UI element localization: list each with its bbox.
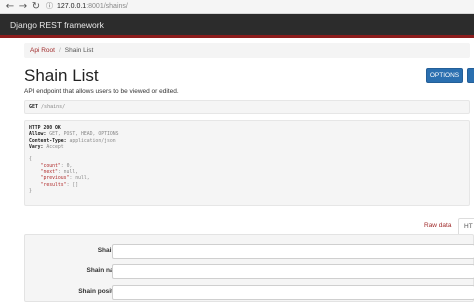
forward-arrow-icon[interactable]: → bbox=[17, 1, 29, 13]
json-key: "previous" bbox=[40, 176, 70, 182]
get-button[interactable] bbox=[467, 68, 474, 83]
header-name: Allow: bbox=[29, 132, 47, 138]
request-path: /shains/ bbox=[41, 104, 66, 110]
tab-raw-data[interactable]: Raw data bbox=[424, 220, 451, 232]
json-key: "next" bbox=[40, 170, 58, 176]
info-icon: ⓘ bbox=[46, 3, 53, 10]
request-info: GET /shains/ bbox=[24, 100, 470, 114]
json-value: 0, bbox=[66, 163, 73, 169]
shain-id-input[interactable] bbox=[112, 244, 474, 259]
json-value: [] bbox=[72, 182, 79, 188]
url-path: :8001/shains/ bbox=[86, 3, 128, 10]
shain-name-input[interactable] bbox=[112, 264, 474, 279]
header-name: Vary: bbox=[29, 144, 44, 150]
header-value: GET, POST, HEAD, OPTIONS bbox=[49, 132, 119, 138]
back-arrow-icon[interactable]: ← bbox=[4, 1, 16, 13]
request-method: GET bbox=[29, 104, 39, 110]
breadcrumb: Api Root / Shain List bbox=[24, 43, 470, 58]
breadcrumb-api-root[interactable]: Api Root bbox=[30, 47, 55, 54]
json-close-brace: } bbox=[29, 188, 32, 194]
form-row-shain-id: Shain id bbox=[25, 244, 474, 260]
page-description: API endpoint that allows users to be vie… bbox=[24, 88, 179, 95]
tab-html-form[interactable]: HT bbox=[458, 218, 474, 234]
address-bar[interactable]: ⓘ 127.0.0.1:8001/shains/ bbox=[46, 1, 470, 13]
brand-link[interactable]: Django REST framework bbox=[10, 20, 104, 30]
browser-toolbar: ← → ↻ ⓘ 127.0.0.1:8001/shains/ bbox=[0, 0, 474, 14]
url-host: 127.0.0.1 bbox=[57, 3, 87, 10]
json-key: "count" bbox=[40, 163, 61, 169]
header-value: application/json bbox=[69, 138, 116, 144]
options-button[interactable]: OPTIONS bbox=[426, 68, 463, 83]
form-row-shain-name: Shain name bbox=[25, 264, 474, 280]
content-tabs: Raw data HT bbox=[420, 218, 474, 234]
breadcrumb-current: Shain List bbox=[64, 47, 94, 54]
reload-icon[interactable]: ↻ bbox=[30, 1, 42, 13]
json-value: null, bbox=[63, 170, 79, 176]
navbar: Django REST framework bbox=[0, 14, 474, 38]
response-info: HTTP 200 OK Allow: GET, POST, HEAD, OPTI… bbox=[24, 120, 470, 206]
json-value: null, bbox=[75, 176, 90, 182]
header-value: Accept bbox=[46, 144, 64, 150]
page-title: Shain List bbox=[24, 66, 99, 85]
response-status: HTTP 200 OK bbox=[29, 126, 61, 131]
shain-position-input[interactable] bbox=[112, 285, 474, 300]
header-name: Content-Type: bbox=[29, 138, 67, 144]
json-key: "results" bbox=[40, 182, 67, 188]
breadcrumb-separator: / bbox=[58, 47, 61, 54]
post-form: Shain id Shain name Shain position bbox=[24, 234, 474, 302]
form-row-shain-position: Shain position bbox=[25, 285, 474, 301]
json-open-brace: { bbox=[29, 157, 32, 163]
